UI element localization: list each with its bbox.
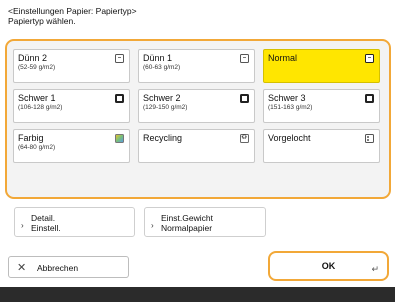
tile-weight: (64-80 g/m2) (18, 144, 56, 151)
tile-weight: (60-63 g/m2) (143, 64, 181, 71)
cancel-button[interactable]: ✕ Abbrechen (8, 256, 129, 278)
punched-page-icon (365, 134, 374, 143)
cancel-label: Abbrechen (37, 263, 79, 273)
tile-name: Schwer 2 (143, 93, 181, 103)
paper-type-schwer-1[interactable]: Schwer 1 (106-128 g/m2) (13, 89, 130, 123)
tile-weight: (129-150 g/m2) (143, 104, 188, 111)
screen-header: <Einstellungen Papier: Papiertyp> Papier… (8, 6, 137, 26)
paper-type-panel: Dünn 2 (52-59 g/m2) Dünn 1 (60-63 g/m2) … (5, 39, 391, 199)
submenu-arrow-icon: › (21, 221, 24, 230)
ok-label: OK (321, 261, 336, 271)
tile-name: Schwer 3 (268, 93, 306, 103)
paper-type-farbig[interactable]: Farbig (64-80 g/m2) (13, 129, 130, 163)
header-title: <Einstellungen Papier: Papiertyp> (8, 6, 137, 16)
weight-setting-button[interactable]: Einst.Gewicht Normalpapier › (144, 207, 266, 237)
tile-name: Dünn 1 (143, 53, 173, 63)
weight-setting-label: Einst.Gewicht Normalpapier (161, 213, 213, 233)
paper-type-recycling[interactable]: Recycling (138, 129, 255, 163)
paper-type-vorgelocht[interactable]: Vorgelocht (263, 129, 380, 163)
thick-page-icon (365, 94, 374, 103)
detail-settings-label: Detail. Einstell. (31, 213, 61, 233)
plain-page-icon (115, 54, 124, 63)
recycle-page-icon (240, 133, 249, 143)
plain-page-icon (240, 54, 249, 63)
tile-weight: (52-59 g/m2) (18, 64, 56, 71)
ok-button[interactable]: OK ↵ (268, 251, 389, 281)
tile-name: Schwer 1 (18, 93, 56, 103)
tile-name: Vorgelocht (268, 133, 311, 143)
paper-type-schwer-3[interactable]: Schwer 3 (151-163 g/m2) (263, 89, 380, 123)
tile-name: Recycling (143, 133, 183, 143)
tile-weight: (106-128 g/m2) (18, 104, 63, 111)
thick-page-icon (240, 94, 249, 103)
header-instruction: Papiertyp wählen. (8, 16, 76, 26)
thick-page-icon (115, 94, 124, 103)
close-icon: ✕ (17, 262, 27, 274)
enter-icon: ↵ (371, 264, 379, 274)
tile-weight: (151-163 g/m2) (268, 104, 313, 111)
paper-type-duenn-1[interactable]: Dünn 1 (60-63 g/m2) (138, 49, 255, 83)
tile-name: Farbig (18, 133, 44, 143)
color-page-icon (115, 134, 124, 143)
footer-bar (0, 287, 395, 302)
paper-type-schwer-2[interactable]: Schwer 2 (129-150 g/m2) (138, 89, 255, 123)
tile-name: Dünn 2 (18, 53, 48, 63)
submenu-arrow-icon: › (151, 221, 154, 230)
paper-type-duenn-2[interactable]: Dünn 2 (52-59 g/m2) (13, 49, 130, 83)
plain-page-icon (365, 54, 374, 63)
paper-type-normal[interactable]: Normal (263, 49, 380, 83)
tile-name: Normal (268, 53, 298, 63)
detail-settings-button[interactable]: Detail. Einstell. › (14, 207, 135, 237)
